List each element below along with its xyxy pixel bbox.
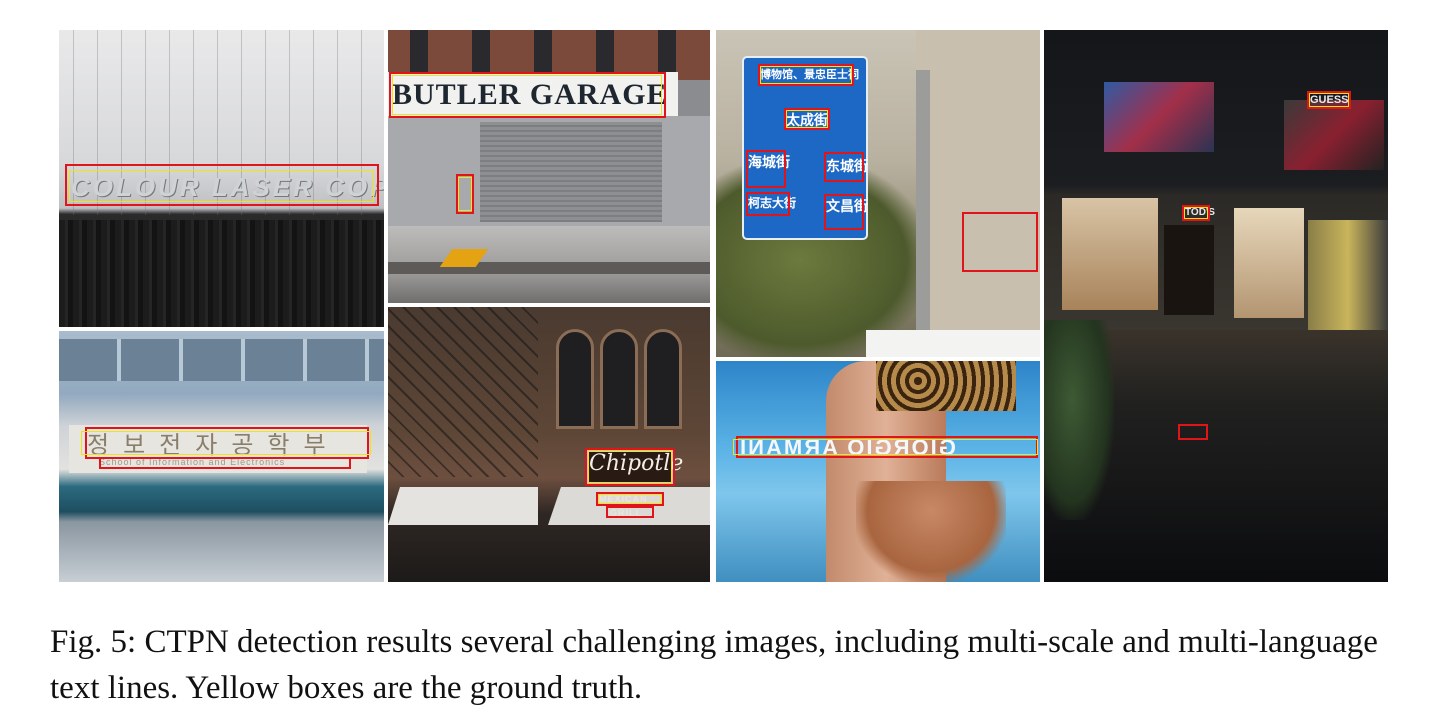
arched-window bbox=[600, 329, 638, 429]
detection-box bbox=[1178, 424, 1208, 440]
ground-truth-box bbox=[786, 110, 828, 128]
detection-box bbox=[962, 212, 1038, 272]
ground-truth-box bbox=[69, 170, 374, 202]
image-panel-street-sign: 博物馆、景忠臣士祠 太成街 海城街 东城街 柯志大街 文昌街 bbox=[716, 30, 1040, 357]
detection-box bbox=[824, 194, 864, 230]
display-window bbox=[1104, 82, 1214, 152]
detection-box bbox=[824, 152, 864, 182]
man-figure bbox=[856, 481, 1006, 582]
sign-pole bbox=[916, 70, 930, 357]
fire-escape bbox=[388, 307, 538, 477]
shop-front bbox=[1234, 208, 1304, 318]
dark-wall bbox=[59, 220, 384, 327]
building-windows bbox=[59, 339, 384, 381]
ground-truth-box bbox=[1184, 207, 1208, 219]
plant bbox=[1044, 320, 1114, 520]
ground-truth-box bbox=[81, 431, 371, 455]
detection-box bbox=[746, 192, 790, 216]
leopard-shorts bbox=[876, 361, 1016, 411]
image-panel-chipotle: Chipotle MEXICAN GRILL bbox=[388, 307, 710, 582]
ground-truth-box bbox=[458, 177, 472, 211]
awning bbox=[388, 487, 538, 525]
shop-front bbox=[1062, 198, 1158, 310]
arched-window bbox=[644, 329, 682, 429]
ground-truth-box bbox=[760, 66, 852, 84]
ground-truth-box bbox=[733, 439, 1038, 455]
image-panel-korean-sign: 정보전자공학부 School of Information and Electr… bbox=[59, 331, 384, 582]
detection-box bbox=[746, 150, 786, 188]
ground-truth-box bbox=[598, 494, 662, 504]
image-panel-billboard: GIORGIO ARMANI bbox=[716, 361, 1040, 582]
shop-door bbox=[1164, 225, 1214, 315]
garage-door bbox=[480, 122, 662, 222]
display-window bbox=[1284, 100, 1384, 170]
figure: COLOUR LASER COPIES BUTLER GARAGE 博物馆、景忠… bbox=[0, 0, 1439, 600]
ground-truth-box bbox=[588, 451, 672, 483]
curb bbox=[388, 262, 710, 274]
building bbox=[916, 30, 1040, 357]
arched-window bbox=[556, 329, 594, 429]
image-panel-mall: GUESS TOD'S bbox=[1044, 30, 1388, 582]
ground-truth-box bbox=[392, 75, 662, 115]
detection-box bbox=[606, 506, 654, 518]
vehicle-roof bbox=[866, 330, 1040, 357]
image-panel-garage: BUTLER GARAGE bbox=[388, 30, 710, 303]
detection-box bbox=[99, 457, 351, 469]
image-panel-blinds: COLOUR LASER COPIES bbox=[59, 30, 384, 327]
lit-corridor bbox=[1308, 220, 1388, 330]
ground-truth-box bbox=[1309, 93, 1349, 107]
figure-caption: Fig. 5: CTPN detection results several c… bbox=[50, 624, 1378, 706]
